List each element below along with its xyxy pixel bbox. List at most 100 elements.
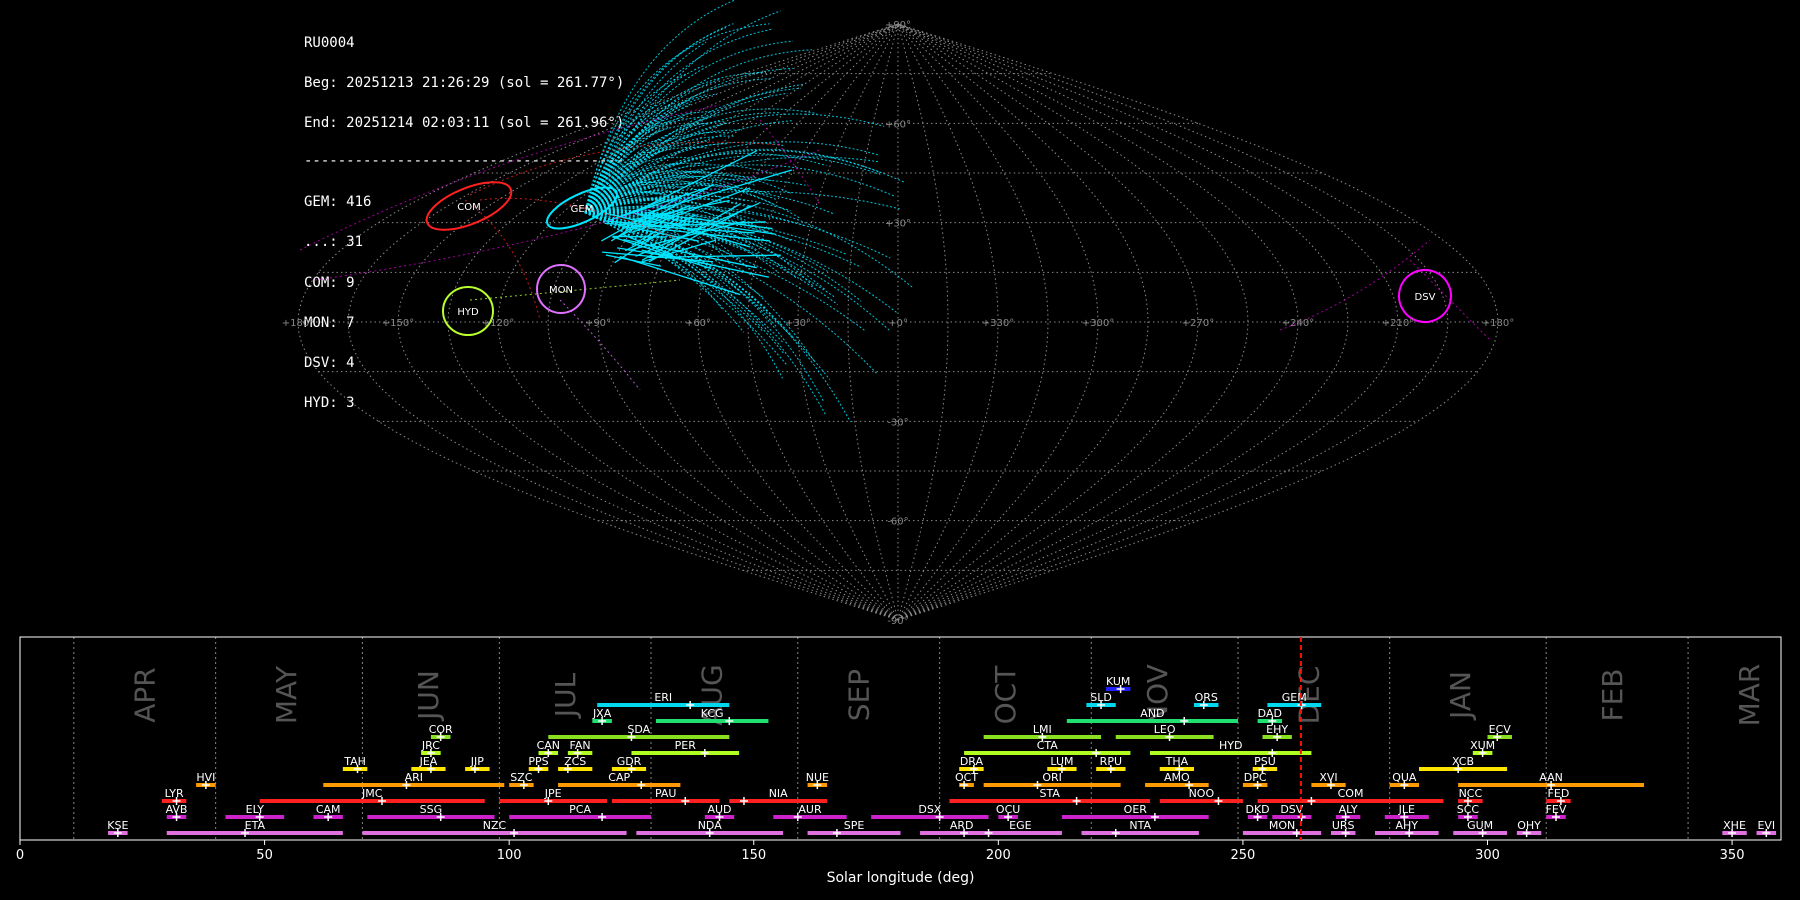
shower-bar <box>807 783 828 787</box>
shower-bar <box>998 815 1018 819</box>
meteor-track <box>464 199 541 321</box>
shower-bar <box>342 767 368 771</box>
shower-label: FAN <box>570 739 591 752</box>
shower-bar-group: ERI <box>597 691 730 709</box>
shower-label: XCB <box>1452 755 1474 768</box>
shower-label: PCA <box>569 803 591 816</box>
meteor-track <box>469 279 681 301</box>
shower-label: RPU <box>1100 755 1122 768</box>
shower-label: EGE <box>1009 819 1031 832</box>
shower-label: ARD <box>950 819 974 832</box>
shower-bar-group: NCC <box>1458 787 1483 805</box>
shower-bar <box>655 719 769 723</box>
lon-tick-label: +120° <box>482 318 514 329</box>
shower-bar <box>1149 751 1312 755</box>
shower-bar <box>959 767 984 771</box>
shower-bar-group: ETA <box>166 819 343 837</box>
shower-bar-group: KSE <box>107 819 128 837</box>
meteor-track <box>584 212 825 402</box>
month-label: JUN <box>412 670 445 722</box>
shower-bar <box>166 815 187 819</box>
shower-label: FEV <box>1546 803 1567 816</box>
shower-label: LEO <box>1154 723 1176 736</box>
shower-bar-group: LUM <box>1047 755 1077 773</box>
meteor-track <box>584 65 704 213</box>
shower-label: JPE <box>544 787 562 800</box>
x-tick-label: 350 <box>1720 848 1745 863</box>
shower-bar-group: DKD <box>1246 803 1270 821</box>
shower-bar-group: NZC <box>362 819 627 837</box>
shower-bar <box>323 783 505 787</box>
shower-label: NTA <box>1129 819 1151 832</box>
shower-bar-group: JPE <box>499 787 607 805</box>
lon-tick-label: +30° <box>785 318 811 329</box>
shower-bar-group: DRA <box>959 755 984 773</box>
shower-bar <box>611 799 720 803</box>
month-label: MAY <box>270 665 303 724</box>
shower-bar <box>465 767 490 771</box>
shower-bar <box>983 735 1102 739</box>
shower-bar <box>1115 735 1214 739</box>
shower-bar <box>1389 783 1420 787</box>
shower-bar-group: CAM <box>313 803 343 821</box>
shower-bar <box>108 831 128 835</box>
shower-label: CAP <box>608 771 630 784</box>
month-label: DEC <box>1293 666 1326 725</box>
shower-bar <box>1330 831 1356 835</box>
shower-label: QUA <box>1392 771 1417 784</box>
shower-label: NIA <box>769 787 788 800</box>
shower-bar <box>1272 815 1312 819</box>
shower-bar <box>1105 687 1131 691</box>
x-tick-label: 100 <box>497 848 522 863</box>
shower-bar <box>1419 767 1508 771</box>
shower-label: ETA <box>245 819 266 832</box>
shower-bar-group: SSG <box>367 803 495 821</box>
shower-bar-group: AVB <box>166 803 187 821</box>
shower-bar-group: AUR <box>773 803 847 821</box>
shower-label: DPC <box>1244 771 1267 784</box>
shower-bar-group: DSX <box>871 803 989 821</box>
shower-label: XVI <box>1319 771 1337 784</box>
month-label: NOV <box>1141 664 1174 726</box>
shower-label: OCT <box>955 771 978 784</box>
shower-bar <box>1247 815 1268 819</box>
shower-label: CAM <box>316 803 341 816</box>
shower-label: KSE <box>107 819 128 832</box>
meteor-track <box>759 119 821 206</box>
shower-bar-group: NUE <box>806 771 829 789</box>
shower-bar-group: LYR <box>161 787 187 805</box>
shower-label: DKD <box>1246 803 1270 816</box>
shower-label: DRA <box>960 755 984 768</box>
shower-bar-group: XVI <box>1311 771 1346 789</box>
shower-label: OER <box>1124 803 1148 816</box>
shower-bar <box>362 831 627 835</box>
shower-label: GEM <box>1282 691 1307 704</box>
shower-bar <box>1096 767 1126 771</box>
shower-bar-group: AAN <box>1458 771 1645 789</box>
shower-bar <box>509 783 534 787</box>
shower-bar-group: KCG <box>655 707 769 725</box>
shower-label: JMC <box>361 787 383 800</box>
month-label: MAR <box>1733 664 1766 727</box>
shower-bar-group: JXA <box>592 707 612 725</box>
shower-bar-group: CTA <box>964 739 1131 757</box>
lon-tick-label: +210° <box>1382 318 1414 329</box>
shower-bar <box>166 831 343 835</box>
shower-label: ALY <box>1339 803 1358 816</box>
shower-label: GDR <box>617 755 642 768</box>
shower-bar <box>1335 815 1361 819</box>
shower-bar <box>636 831 784 835</box>
shower-bar-group: OCU <box>996 803 1020 821</box>
shower-label: ZCS <box>564 755 586 768</box>
x-tick-label: 300 <box>1475 848 1500 863</box>
shower-bar-group: RPU <box>1096 755 1126 773</box>
shower-bar <box>1546 799 1571 803</box>
shower-bar-group: ARD <box>920 819 1004 837</box>
shower-bar-group: HYD <box>1149 739 1312 757</box>
radiant-sky-map: COM GEM MON HYD DSV +180° +150° +120° +90° +60° +… <box>282 0 1514 627</box>
shower-bar <box>499 799 607 803</box>
shower-bar <box>1374 831 1439 835</box>
x-tick-label: 150 <box>741 848 766 863</box>
shower-bar <box>592 719 612 723</box>
shower-bar-group: DAD <box>1257 707 1283 725</box>
